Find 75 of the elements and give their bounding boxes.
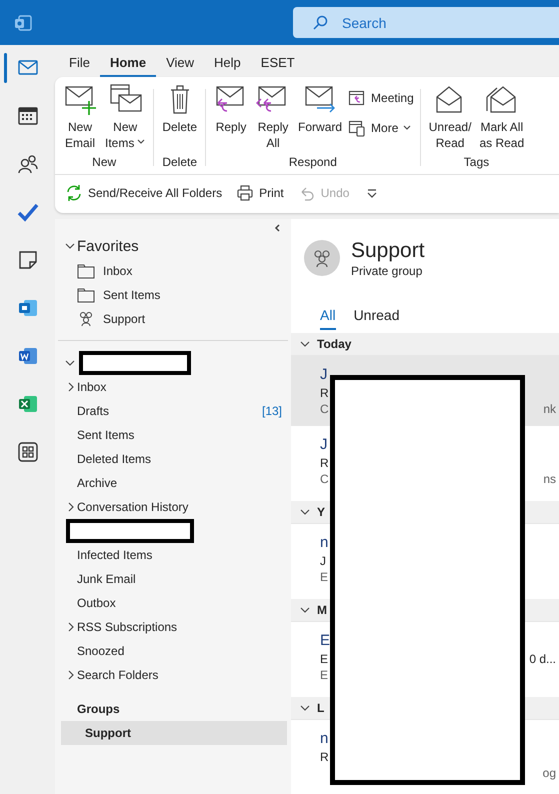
menu-tab[interactable]: View [156, 48, 204, 76]
group-label: New [91, 155, 118, 171]
group-label: Tags [462, 155, 490, 171]
chevron-down-icon[interactable] [300, 339, 310, 349]
calendar-reply-icon [348, 89, 366, 107]
folder-item[interactable]: Snoozed [55, 639, 291, 663]
folder-item[interactable]: Inbox [55, 375, 291, 399]
ribbon-button[interactable]: Delete [158, 83, 202, 155]
folder-item[interactable]: RSS Subscriptions [55, 615, 291, 639]
folder-item[interactable]: Outbox [55, 591, 291, 615]
folder-item[interactable]: Infected Items [55, 543, 291, 567]
checkmark-icon [16, 201, 38, 223]
search-icon [312, 15, 328, 31]
group-avatar-icon [304, 240, 340, 276]
chevron-down-icon[interactable] [300, 703, 310, 713]
chevron-down-icon [403, 125, 412, 131]
chevron-down-icon[interactable] [300, 605, 310, 615]
section-header[interactable]: Today [291, 333, 559, 356]
folder-item[interactable]: Deleted Items [55, 447, 291, 471]
spreadsheet-icon [16, 393, 38, 415]
filter-tab[interactable]: Unread [354, 302, 400, 330]
group-title: Support [351, 238, 425, 264]
people-icon [77, 311, 95, 327]
toolbar-button[interactable]: Print [232, 181, 288, 205]
folder-item[interactable]: Junk Email [55, 567, 291, 591]
folder-icon [77, 263, 95, 279]
chevron-down-icon[interactable] [65, 358, 75, 368]
ribbon-button[interactable]: New Items [101, 83, 150, 155]
ribbon-button[interactable]: More [346, 117, 416, 139]
menu-tab[interactable]: Help [204, 48, 251, 76]
group-label: Respond [288, 155, 338, 171]
folder-item[interactable]: Search Folders [55, 663, 291, 687]
ribbon-button[interactable]: Forward [294, 83, 346, 155]
ribbon-button[interactable]: Reply [210, 83, 252, 155]
mail-app-icon [14, 14, 32, 32]
folder-item[interactable]: Support [55, 307, 291, 331]
document-icon [16, 345, 38, 367]
folder-item[interactable]: Sent Items [55, 283, 291, 307]
calendar-icon [16, 105, 38, 127]
unread-count: [13] [262, 404, 282, 418]
chevron-right-icon[interactable] [66, 670, 76, 680]
printer-icon [236, 184, 254, 202]
filter-tab[interactable]: All [320, 302, 336, 330]
group-subtitle: Private group [351, 264, 424, 278]
chevron-right-icon[interactable] [66, 502, 76, 512]
folder-item[interactable]: Conversation History [55, 495, 291, 519]
folder-item[interactable]: Inbox [55, 259, 291, 283]
toolbar-button[interactable]: Send/Receive All Folders [61, 181, 226, 205]
chevron-down-icon[interactable] [65, 241, 75, 251]
ribbon-button[interactable]: New Email [59, 83, 101, 155]
folder-icon [77, 287, 95, 303]
folder-item[interactable]: Sent Items [55, 423, 291, 447]
ribbon-button[interactable]: Unread/ Read [424, 83, 476, 155]
ribbon-button[interactable]: Meeting [346, 87, 416, 109]
search-field[interactable]: Search [293, 7, 559, 38]
section-header[interactable]: Groups [55, 697, 291, 721]
chevron-right-icon[interactable] [66, 382, 76, 392]
grid-icon [16, 441, 38, 463]
chevron-down-icon [137, 139, 146, 145]
folder-item[interactable]: Drafts [13] [55, 399, 291, 423]
people-icon [16, 153, 38, 175]
section-header[interactable]: Favorites [77, 238, 139, 254]
ribbon-button[interactable]: Mark All as Read [475, 83, 528, 155]
calendar-phone-icon [348, 119, 366, 137]
sync-icon [65, 184, 83, 202]
app-icon [16, 297, 38, 319]
menu-tab[interactable]: File [59, 48, 100, 76]
ribbon-button[interactable]: Reply All [252, 83, 294, 155]
menu-tab[interactable]: ESET [250, 48, 305, 76]
group-item[interactable]: Support [61, 721, 287, 745]
group-label: Delete [161, 155, 198, 171]
note-icon [16, 249, 38, 271]
folder-item[interactable]: Archive [55, 471, 291, 495]
chevron-right-icon[interactable] [66, 622, 76, 632]
chevron-down-icon[interactable] [300, 507, 310, 517]
